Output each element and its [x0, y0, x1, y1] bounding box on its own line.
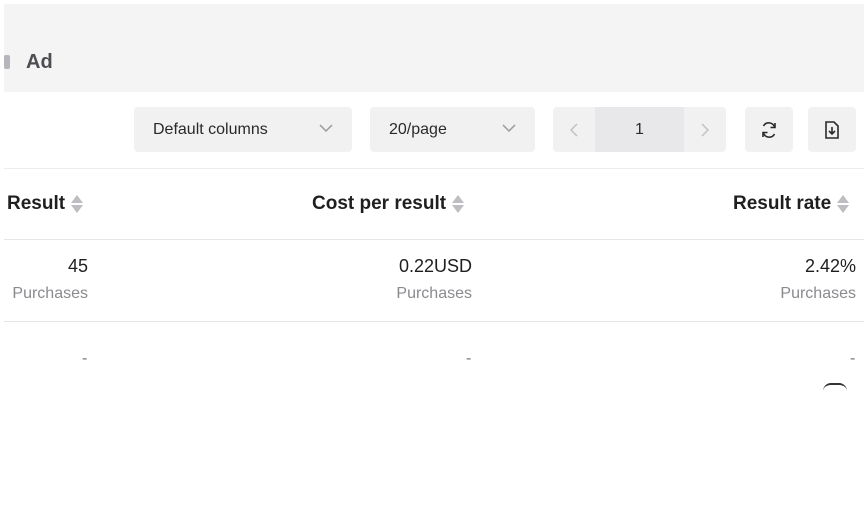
- column-header-cost-per-result[interactable]: Cost per result: [312, 169, 465, 239]
- chevron-down-icon: [502, 124, 516, 133]
- refresh-button[interactable]: [745, 107, 793, 152]
- bottom-fade-overlay: [0, 340, 864, 400]
- export-button[interactable]: [808, 107, 856, 152]
- cell-result: 45 Purchases: [12, 256, 88, 303]
- column-header-label: Result: [7, 193, 66, 214]
- columns-select-value: Default columns: [153, 120, 268, 138]
- sort-icon[interactable]: [71, 194, 84, 214]
- result-type: Purchases: [12, 285, 88, 302]
- cell-result-rate: 2.42% Purchases: [780, 256, 856, 303]
- next-page-button[interactable]: [684, 107, 726, 152]
- pagination: 1: [553, 107, 726, 152]
- prev-page-button[interactable]: [553, 107, 595, 152]
- column-header-label: Cost per result: [312, 193, 447, 214]
- column-header-label: Result rate: [733, 193, 832, 214]
- cell-cost-per-result: 0.22USD Purchases: [396, 256, 472, 303]
- ad-tab-icon: [4, 55, 10, 69]
- refresh-icon: [762, 121, 776, 138]
- page-size-select[interactable]: 20/page: [370, 107, 535, 152]
- table-row: 45 Purchases 0.22USD Purchases 2.42% Pur…: [4, 240, 864, 322]
- cost-type: Purchases: [396, 285, 472, 302]
- cost-value: 0.22USD: [398, 256, 472, 276]
- rate-type: Purchases: [780, 285, 856, 302]
- chevron-right-icon: [701, 122, 710, 137]
- tab-ad[interactable]: Ad: [4, 48, 53, 76]
- sort-icon[interactable]: [837, 194, 850, 214]
- column-header-result[interactable]: Result: [7, 169, 84, 239]
- sort-icon[interactable]: [452, 194, 465, 214]
- chevron-left-icon: [569, 122, 578, 137]
- scroll-indicator: [823, 383, 847, 391]
- result-value: 45: [67, 256, 88, 276]
- columns-select[interactable]: Default columns: [134, 107, 352, 152]
- export-download-icon: [825, 120, 839, 139]
- tab-ad-label: Ad: [26, 50, 53, 73]
- top-tab-bar: Ad: [4, 4, 864, 92]
- rate-value: 2.42%: [804, 256, 856, 276]
- page-size-value: 20/page: [389, 120, 447, 138]
- column-header-result-rate[interactable]: Result rate: [733, 169, 850, 239]
- chevron-down-icon: [319, 124, 333, 133]
- table-header: Result Cost per result Result rate: [4, 168, 864, 240]
- page-number-input[interactable]: 1: [595, 107, 684, 152]
